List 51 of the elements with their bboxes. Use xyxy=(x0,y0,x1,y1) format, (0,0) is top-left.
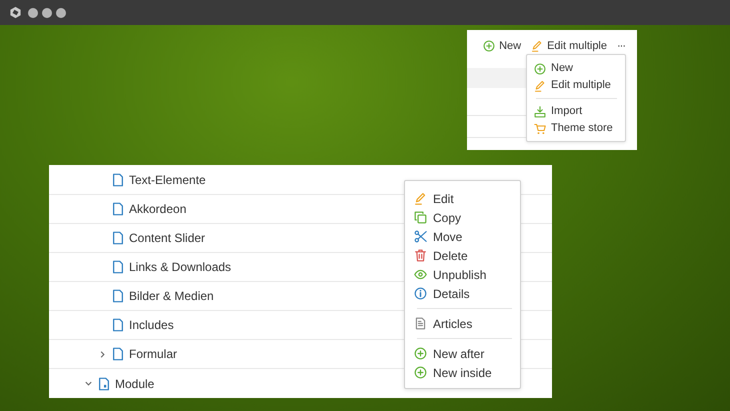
tree-item[interactable]: Bilder & Medien xyxy=(111,287,214,305)
download-tray-icon xyxy=(534,106,546,118)
app-icon xyxy=(9,6,22,19)
pencil-icon xyxy=(414,192,427,205)
menu-item[interactable]: Articles xyxy=(405,314,520,333)
menu-item[interactable]: Unpublish xyxy=(405,265,520,284)
menu-item[interactable]: Edit multiple xyxy=(527,77,625,94)
tree-item[interactable]: Links & Downloads xyxy=(111,258,232,276)
pencil-icon xyxy=(531,40,544,52)
pencil-icon xyxy=(534,80,546,92)
tree-item[interactable]: Includes xyxy=(111,316,174,334)
menu-item[interactable]: New inside xyxy=(405,363,520,382)
plus-circle-icon xyxy=(483,40,496,52)
document-icon xyxy=(111,260,125,274)
menu-item[interactable]: Copy xyxy=(405,208,520,227)
document-icon xyxy=(111,318,125,332)
trash-icon xyxy=(414,249,427,262)
table-row-background xyxy=(467,68,527,88)
menu-item[interactable]: Delete xyxy=(405,246,520,265)
document-icon xyxy=(97,376,111,390)
info-icon xyxy=(414,287,427,300)
menu-item[interactable]: New after xyxy=(405,344,520,363)
more-button[interactable]: ··· xyxy=(617,40,625,52)
document-icon xyxy=(111,289,125,303)
menu-item[interactable]: Move xyxy=(405,227,520,246)
menu-item[interactable]: Edit xyxy=(405,189,520,208)
menu-item[interactable]: Details xyxy=(405,284,520,303)
plus-circle-icon xyxy=(414,366,427,379)
menu-item[interactable]: New xyxy=(527,60,625,77)
document-icon xyxy=(111,347,125,361)
copy-icon xyxy=(414,211,427,224)
edit-button[interactable]: Edit multiple xyxy=(531,40,607,52)
document-icon xyxy=(111,202,125,216)
scissors-icon xyxy=(414,230,427,243)
tree-item[interactable]: Content Slider xyxy=(111,229,206,247)
menu-item[interactable]: Import xyxy=(527,103,625,120)
chevron-icon[interactable] xyxy=(84,379,93,388)
new-button[interactable]: New xyxy=(483,40,522,52)
chevron-icon[interactable] xyxy=(98,350,107,358)
plus-circle-icon xyxy=(534,62,546,74)
eye-icon xyxy=(414,268,427,281)
tree-item[interactable]: Module xyxy=(97,374,154,392)
tree-item[interactable]: Text-Elemente xyxy=(111,171,206,189)
tree-item[interactable]: Formular xyxy=(111,345,178,363)
document-icon xyxy=(111,231,125,245)
plus-circle-icon xyxy=(414,347,427,360)
document-icon xyxy=(414,317,427,330)
tree-item[interactable]: Akkordeon xyxy=(111,200,186,218)
cart-icon xyxy=(534,122,546,134)
menu-item[interactable]: Theme store xyxy=(527,120,625,137)
document-icon xyxy=(111,173,125,187)
